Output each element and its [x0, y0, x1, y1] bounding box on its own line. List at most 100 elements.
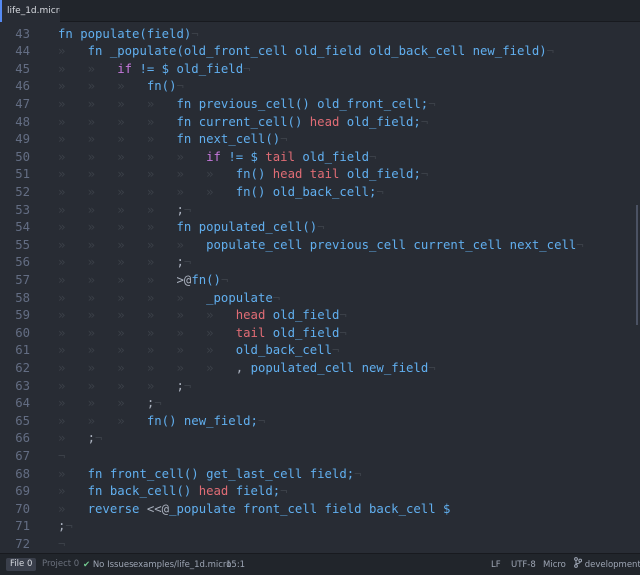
- code-text: » » » ;¬: [58, 395, 162, 413]
- code-line[interactable]: 59 » » » » » » head old_field¬: [0, 307, 640, 325]
- code-text: » » » » » _populate¬: [58, 290, 280, 308]
- code-token: old_field: [265, 325, 340, 340]
- tab-marker: »: [58, 184, 88, 199]
- eol-marker: ¬: [191, 26, 199, 41]
- tab-marker: »: [117, 325, 147, 340]
- line-number: 46: [15, 79, 30, 94]
- tab-marker: »: [206, 167, 236, 182]
- code-line[interactable]: 52 » » » » » » fn() old_back_cell;¬: [0, 184, 640, 202]
- code-line[interactable]: 47 » » » » fn previous_cell() old_front_c…: [0, 96, 640, 114]
- git-branch[interactable]: development: [574, 554, 640, 575]
- code-line[interactable]: 53 » » » » ;¬: [0, 202, 640, 220]
- code-token: ;: [176, 378, 184, 393]
- code-line[interactable]: 43 fn populate(field)¬: [0, 26, 640, 44]
- code-line[interactable]: 58 » » » » » _populate¬: [0, 290, 640, 308]
- line-number: 54: [15, 220, 30, 235]
- tab-marker: »: [87, 220, 118, 235]
- eol-marker: ¬: [183, 202, 192, 217]
- code-line[interactable]: 66 » ;¬: [0, 430, 640, 448]
- tab-marker: »: [58, 413, 88, 428]
- check-icon: ✔: [83, 560, 91, 570]
- code-line[interactable]: 57 » » » » >@fn()¬: [0, 272, 640, 290]
- tab-marker: »: [117, 220, 147, 235]
- eol-marker: ¬: [220, 272, 229, 287]
- code-line[interactable]: 54 » » » » fn populated_cell()¬: [0, 219, 640, 237]
- line-number: 55: [15, 237, 30, 252]
- code-line[interactable]: 72 ¬: [0, 536, 640, 553]
- tab-marker: »: [146, 202, 177, 217]
- tab-marker: »: [176, 149, 207, 164]
- tab-marker: »: [87, 360, 118, 375]
- file-path[interactable]: examples/life_1d.micro: [133, 554, 231, 575]
- code-line[interactable]: 65 » » » fn() new_field;¬: [0, 413, 640, 431]
- eol-marker: ¬: [280, 132, 288, 147]
- code-line[interactable]: 68 » fn front_cell() get_last_cell field;…: [0, 466, 640, 484]
- tab-marker: »: [146, 378, 177, 393]
- code-text: » » » » fn next_cell()¬: [58, 131, 288, 149]
- code-line[interactable]: 63 » » » » ;¬: [0, 378, 640, 396]
- eol-marker: ¬: [58, 448, 66, 463]
- line-number: 52: [15, 184, 30, 199]
- line-number: 58: [15, 290, 30, 305]
- tab-marker: »: [146, 343, 177, 358]
- code-line[interactable]: 51 » » » » » » fn() head tail old_field;¬: [0, 166, 640, 184]
- tab-marker: »: [87, 184, 118, 199]
- tab-marker: »: [58, 396, 88, 411]
- tab-marker: »: [58, 308, 88, 323]
- code-line[interactable]: 61 » » » » » » old_back_cell¬: [0, 342, 640, 360]
- tab-marker: »: [58, 167, 88, 182]
- tab-marker: »: [146, 220, 177, 235]
- code-token: old_back_cell: [235, 343, 332, 358]
- status-bar: File 0 Project 0 ✔ No Issues examples/li…: [0, 553, 640, 575]
- tab-marker: »: [146, 114, 177, 129]
- code-line[interactable]: 45 » » if != $ old_field¬: [0, 61, 640, 79]
- code-line[interactable]: 46 » » » fn()¬: [0, 78, 640, 96]
- line-number: 61: [15, 343, 30, 358]
- tab-marker: »: [206, 184, 236, 199]
- tab-marker: »: [58, 484, 88, 499]
- code-line[interactable]: 44 » fn _populate(old_front_cell old_fiel…: [0, 43, 640, 61]
- tab-marker: »: [58, 255, 88, 270]
- tab-marker: »: [176, 290, 207, 305]
- grammar-selector[interactable]: Micro: [543, 554, 566, 575]
- code-token: >@: [176, 272, 192, 287]
- code-line[interactable]: 62 » » » » » » , populated_cell new_field…: [0, 360, 640, 378]
- tab-marker: »: [146, 290, 177, 305]
- code-line[interactable]: 50 » » » » » if != $ tail old_field¬: [0, 149, 640, 167]
- code-text: » » » » » » tail old_field¬: [58, 325, 347, 343]
- cursor-position[interactable]: 15:1: [226, 554, 245, 575]
- code-line[interactable]: 71 ;¬: [0, 518, 640, 536]
- code-line[interactable]: 55 » » » » » populate_cell previous_cell …: [0, 237, 640, 255]
- code-editor[interactable]: 43 fn populate(field)¬ 44» fn _populate(ol…: [0, 25, 640, 553]
- code-token: old_field: [265, 308, 340, 323]
- tab-marker: »: [58, 290, 88, 305]
- code-text: » » if != $ old_field¬: [58, 61, 251, 79]
- code-line[interactable]: 70 » reverse <<@_populate front_cell fiel…: [0, 501, 640, 519]
- code-line[interactable]: 69 » fn back_cell() head field;¬: [0, 483, 640, 501]
- code-line[interactable]: 67 ¬: [0, 448, 640, 466]
- tab-marker: »: [87, 237, 118, 252]
- code-line[interactable]: 64 » » » ;¬: [0, 395, 640, 413]
- code-token: fn(): [191, 272, 221, 287]
- tab-marker: »: [58, 237, 88, 252]
- code-token: != $: [220, 149, 266, 164]
- line-number: 57: [15, 272, 30, 287]
- vertical-scrollbar[interactable]: [636, 205, 638, 325]
- code-line[interactable]: 48 » » » » fn current_cell() head old_fie…: [0, 114, 640, 132]
- line-ending[interactable]: LF: [491, 554, 501, 575]
- issues-status[interactable]: ✔ No Issues: [83, 554, 134, 575]
- project-tab[interactable]: Project 0: [38, 558, 83, 571]
- code-token: old_field;: [339, 167, 421, 182]
- tab-life-1d-micro[interactable]: life_1d.micro: [0, 0, 60, 22]
- code-text: » ;¬: [58, 430, 102, 448]
- code-line[interactable]: 60 » » » » » » tail old_field¬: [0, 325, 640, 343]
- code-token: _populate: [206, 290, 273, 305]
- code-line[interactable]: 56 » » » » ;¬: [0, 254, 640, 272]
- line-number: 48: [15, 114, 30, 129]
- file-tab[interactable]: File 0: [6, 558, 37, 571]
- code-token: fn current_cell(): [176, 114, 310, 129]
- tab-marker: »: [58, 149, 88, 164]
- file-encoding[interactable]: UTF-8: [511, 554, 536, 575]
- tab-marker: »: [58, 501, 88, 516]
- code-line[interactable]: 49 » » » » fn next_cell()¬: [0, 131, 640, 149]
